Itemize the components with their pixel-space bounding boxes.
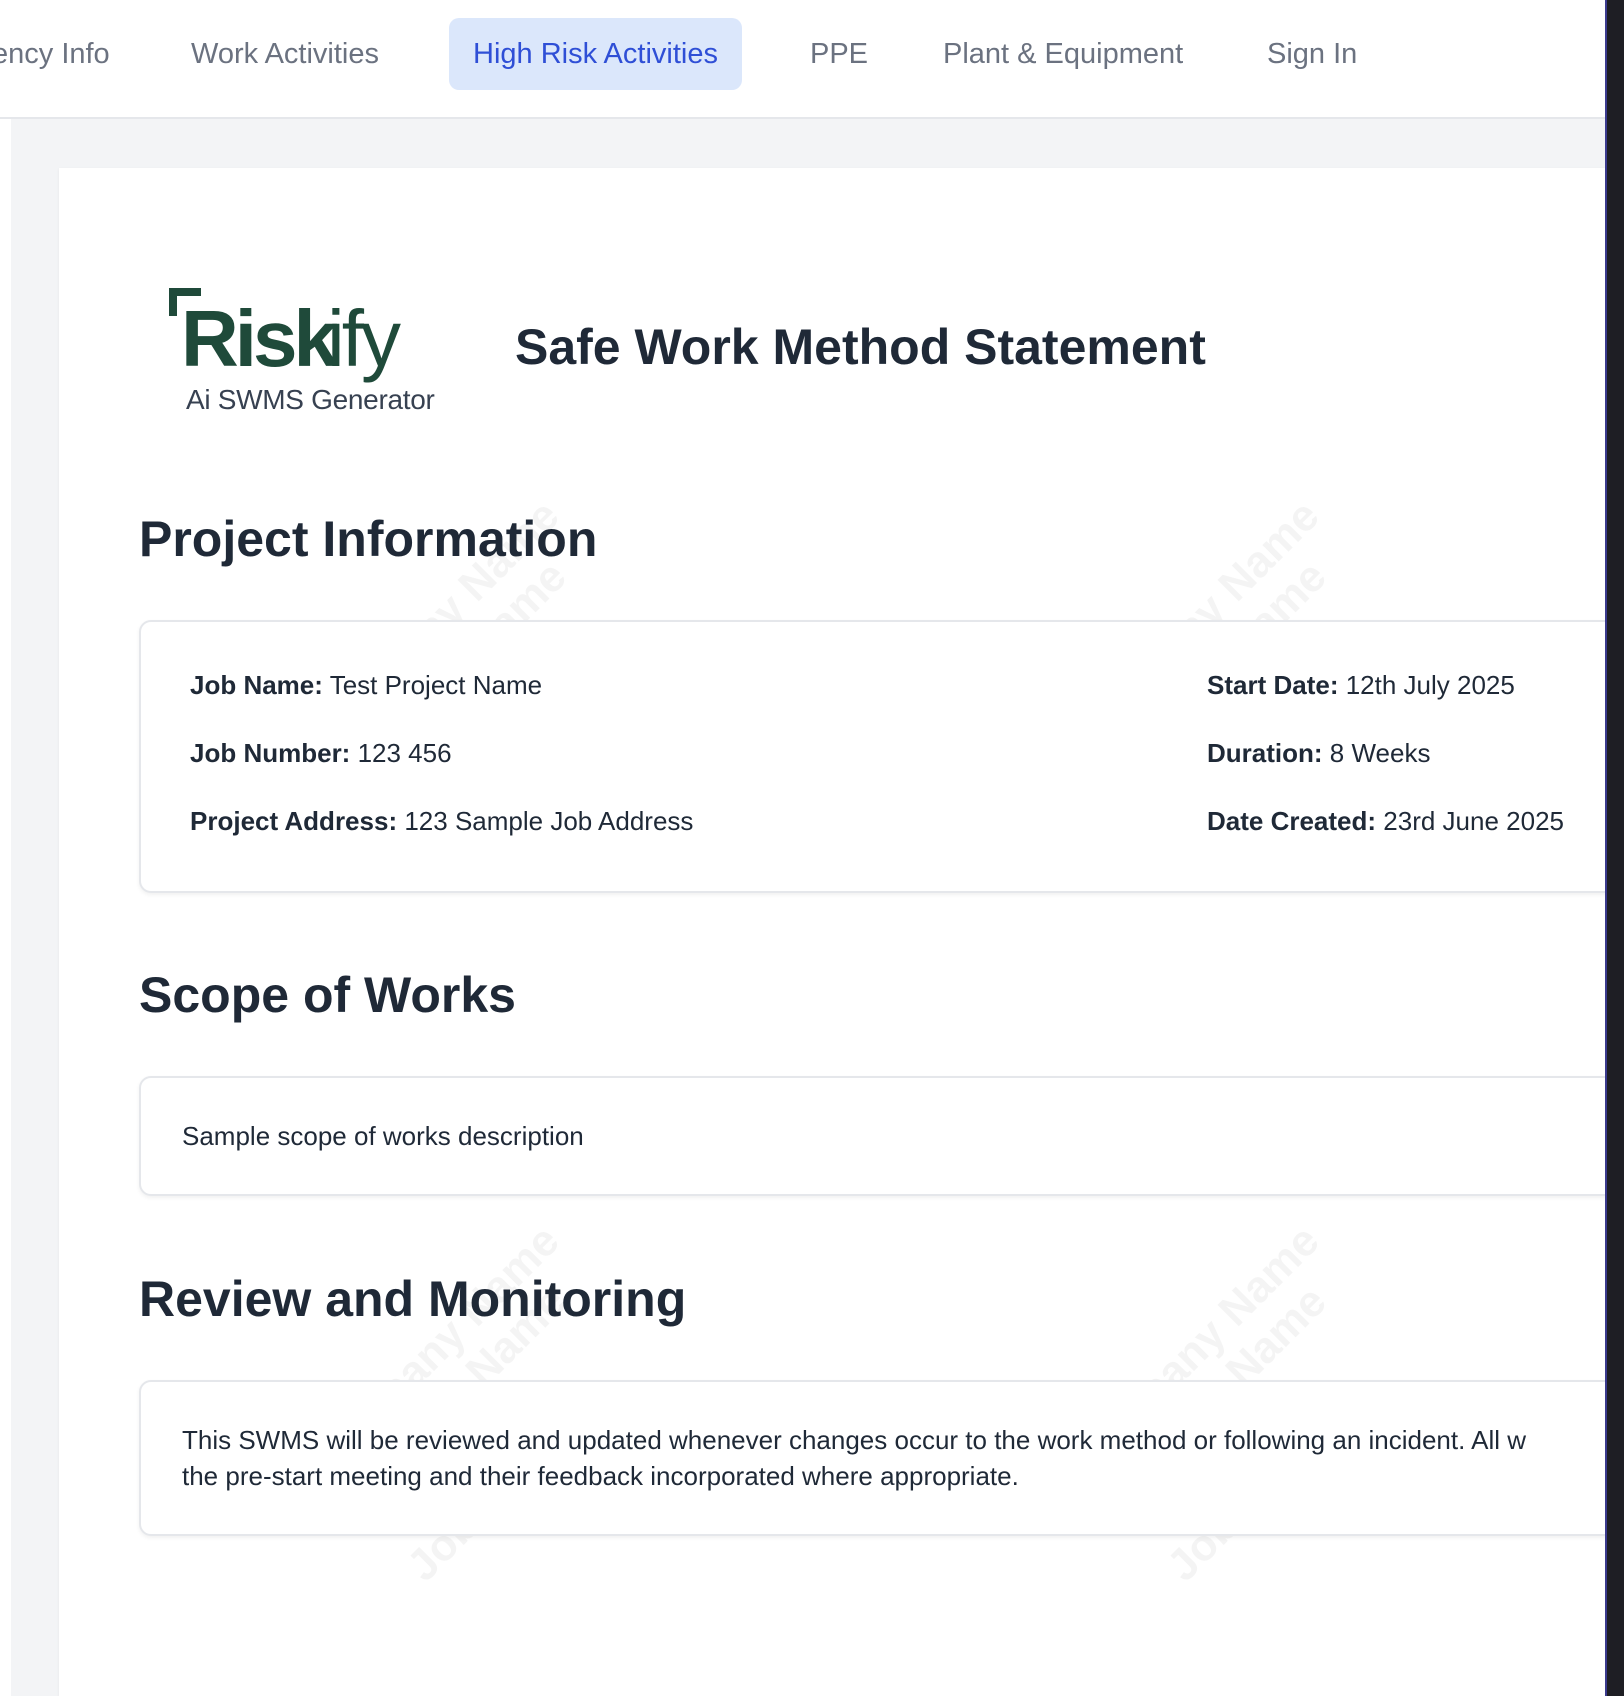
- review-card: This SWMS will be reviewed and updated w…: [139, 1380, 1605, 1536]
- document-preview: est Company Namest Project Name123 456Jo…: [59, 168, 1605, 1696]
- tab-plant-equipment[interactable]: Plant & Equipment: [943, 18, 1183, 90]
- tab-emergency-info[interactable]: ency Info: [0, 18, 110, 90]
- section-heading-project-information: Project Information: [139, 511, 598, 567]
- tab-ppe[interactable]: PPE: [810, 18, 868, 90]
- top-nav: ency Info Work Activities High Risk Acti…: [0, 0, 1605, 119]
- review-text-line-2: the pre-start meeting and their feedback…: [182, 1461, 1019, 1491]
- window-frame-edge: [1605, 0, 1624, 1696]
- tab-sign-in[interactable]: Sign In: [1267, 18, 1357, 90]
- tab-work-activities[interactable]: Work Activities: [191, 18, 379, 90]
- svg-text:Risk: Risk: [181, 294, 338, 383]
- document-title: Safe Work Method Statement: [515, 319, 1206, 375]
- project-info-card: Job Name: Test Project Name Job Number: …: [139, 620, 1605, 893]
- job-number-field: Job Number: 123 456: [190, 738, 452, 768]
- duration-field: Duration: 8 Weeks: [1207, 738, 1431, 768]
- tab-high-risk-activities[interactable]: High Risk Activities: [449, 18, 742, 90]
- riskify-wordmark-icon: Risk ify: [169, 288, 404, 383]
- scope-text: Sample scope of works description: [182, 1121, 584, 1151]
- logo-tagline: Ai SWMS Generator: [186, 384, 435, 415]
- scope-card: Sample scope of works description: [139, 1076, 1605, 1196]
- left-gutter: [0, 119, 11, 1696]
- section-heading-review-monitoring: Review and Monitoring: [139, 1271, 687, 1327]
- review-text-line-1: This SWMS will be reviewed and updated w…: [182, 1425, 1527, 1455]
- section-heading-scope-of-works: Scope of Works: [139, 967, 516, 1023]
- project-address-field: Project Address: 123 Sample Job Address: [190, 806, 694, 836]
- start-date-field: Start Date: 12th July 2025: [1207, 670, 1515, 700]
- date-created-field: Date Created: 23rd June 2025: [1207, 806, 1565, 836]
- svg-text:ify: ify: [327, 294, 401, 383]
- job-name-field: Job Name: Test Project Name: [190, 670, 543, 700]
